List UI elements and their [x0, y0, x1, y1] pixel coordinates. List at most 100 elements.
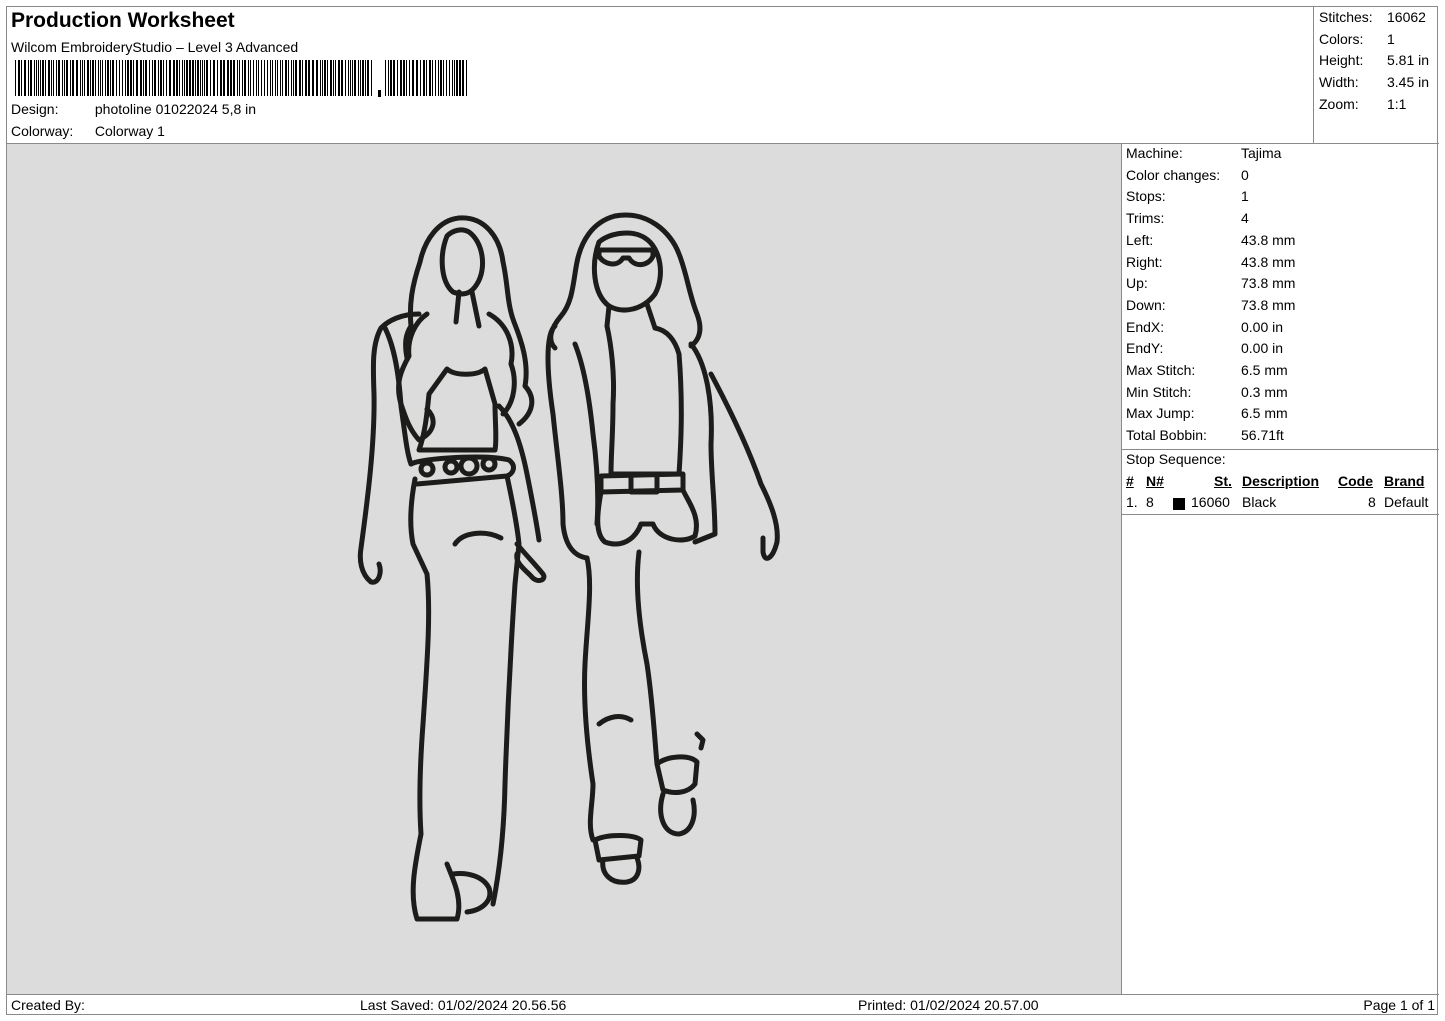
- barcode-bar: [100, 60, 101, 96]
- stat-height: Height: 5.81 in: [1319, 52, 1429, 68]
- barcode-bar: [176, 60, 178, 96]
- barcode-bar: [116, 60, 117, 96]
- barcode-bar: [173, 60, 175, 96]
- col-num: #: [1126, 473, 1134, 489]
- barcode-bar: [21, 60, 22, 96]
- machine-info-label: Max Stitch:: [1126, 362, 1196, 378]
- barcode-bar: [158, 60, 159, 96]
- barcode-bar: [200, 60, 201, 96]
- stat-stitches: Stitches: 16062: [1319, 9, 1426, 25]
- barcode-bar: [362, 60, 364, 96]
- created-by: Created By:: [11, 997, 85, 1013]
- barcode-bar: [136, 60, 138, 96]
- barcode-bar: [288, 60, 289, 96]
- barcode-bar: [348, 60, 349, 96]
- machine-info-row: Total Bobbin: 56.71ft: [1126, 427, 1284, 443]
- barcode-bar: [56, 60, 57, 96]
- barcode-bar: [223, 60, 225, 96]
- barcode-bar: [280, 60, 281, 96]
- design-value: photoline 01022024 5,8 in: [94, 101, 257, 117]
- barcode-bar: [440, 60, 442, 96]
- barcode-bar: [186, 60, 188, 96]
- barcode-bar: [406, 60, 407, 96]
- divider: [1122, 449, 1439, 450]
- last-saved: Last Saved: 01/02/2024 20.56.56: [360, 997, 567, 1013]
- machine-info-value: 0.00 in: [1241, 340, 1284, 357]
- colorway-row: Colorway: Colorway 1: [11, 123, 165, 139]
- right-shoe-detail: [694, 731, 706, 751]
- barcode-bar: [58, 60, 60, 96]
- right-jacket-lapel: [572, 341, 601, 527]
- right-figure-arm: [708, 371, 780, 561]
- barcode-bar: [305, 60, 307, 96]
- barcode-bar: [237, 60, 238, 96]
- right-figure-belt: [598, 471, 686, 495]
- barcode-bar: [213, 60, 215, 96]
- row-num: 1.: [1126, 494, 1138, 510]
- barcode-bar: [206, 60, 208, 96]
- barcode-bar: [333, 60, 334, 96]
- barcode-bar: [84, 60, 85, 96]
- barcode-bar: [152, 60, 153, 96]
- row-st: 16060: [1191, 494, 1230, 510]
- right-figure-leg-right: [634, 549, 660, 767]
- machine-info-label: Stops:: [1126, 188, 1166, 205]
- barcode-bar: [388, 60, 389, 96]
- machine-info-row: Machine: Tajima: [1126, 145, 1281, 161]
- barcode-bar: [210, 60, 211, 96]
- machine-info-value: Tajima: [1241, 145, 1282, 161]
- machine-info-row: Trims: 4: [1126, 210, 1249, 226]
- stat-value: 1:1: [1387, 96, 1407, 112]
- barcode: [15, 60, 467, 97]
- machine-info-row: Min Stitch: 0.3 mm: [1126, 384, 1288, 400]
- machine-info-label: Down:: [1126, 296, 1166, 313]
- stat-label: Height:: [1319, 52, 1364, 68]
- barcode-bar: [202, 60, 203, 96]
- stat-colors: Colors: 1: [1319, 31, 1395, 47]
- barcode-separator: [378, 90, 381, 97]
- barcode-bar: [293, 60, 294, 96]
- barcode-bar: [312, 60, 314, 96]
- machine-info-label: Trims:: [1126, 210, 1165, 227]
- machine-info-label: Max Jump:: [1126, 405, 1195, 422]
- machine-info-label: Up:: [1126, 275, 1148, 292]
- barcode-bar: [179, 60, 180, 96]
- right-figure-shoe-left: [592, 833, 644, 885]
- barcode-bar: [28, 60, 29, 96]
- barcode-bar: [443, 60, 444, 96]
- barcode-bar: [163, 60, 164, 96]
- barcode-bar: [316, 60, 318, 96]
- barcode-bar: [127, 60, 129, 96]
- machine-info-panel: Machine: Tajima Color changes: 0 Stops: 1 Trim…: [1122, 144, 1439, 994]
- barcode-bar: [112, 60, 114, 96]
- barcode-bar: [409, 60, 410, 96]
- barcode-bar: [403, 60, 405, 96]
- barcode-bar: [250, 60, 251, 96]
- barcode-bar: [358, 60, 359, 96]
- machine-info-row: Stops: 1: [1126, 188, 1249, 204]
- stat-label: Zoom:: [1319, 96, 1359, 112]
- machine-info-row: Down: 73.8 mm: [1126, 297, 1295, 313]
- barcode-bar: [90, 60, 91, 96]
- barcode-bar: [217, 60, 218, 96]
- barcode-bar: [393, 60, 395, 96]
- worksheet-header: Production Worksheet Wilcom EmbroiderySt…: [7, 7, 1314, 144]
- barcode-bar: [327, 60, 328, 96]
- embroidery-outline-drawing: [357, 212, 780, 922]
- barcode-bar: [125, 60, 126, 96]
- barcode-bar: [371, 60, 372, 96]
- barcode-bar: [82, 60, 83, 96]
- machine-info-value: 1: [1241, 188, 1249, 205]
- stop-sequence-row: 1. 8 16060 Black 8 Default: [1122, 494, 1439, 514]
- color-swatch: [1173, 498, 1185, 510]
- left-figure-neck: [453, 289, 482, 329]
- machine-info-value: 73.8 mm: [1241, 275, 1296, 292]
- barcode-bar: [145, 60, 147, 96]
- worksheet-footer: Created By: Last Saved: 01/02/2024 20.56…: [7, 994, 1439, 1016]
- machine-info-row: Max Jump: 6.5 mm: [1126, 405, 1288, 421]
- col-st: St.: [1214, 473, 1232, 489]
- machine-info-label: Right:: [1126, 253, 1163, 270]
- barcode-bar: [462, 60, 464, 96]
- barcode-bar: [420, 60, 421, 96]
- barcode-bar: [308, 60, 310, 96]
